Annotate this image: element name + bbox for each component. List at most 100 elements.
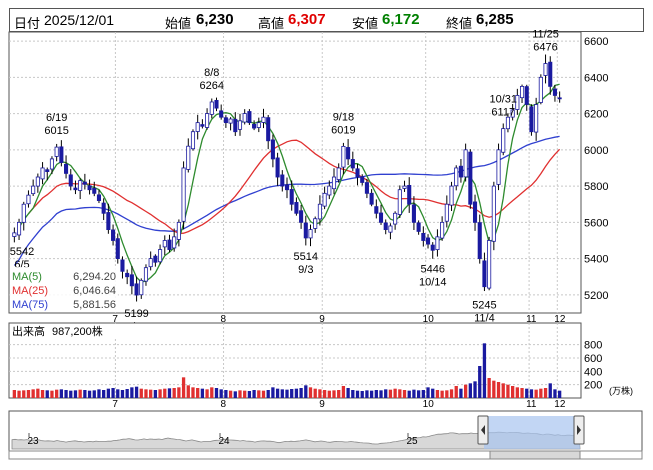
candle-body [228, 118, 233, 124]
volume-bar [247, 391, 252, 398]
volume-bar [214, 388, 219, 398]
candle-body [468, 151, 473, 205]
annotation-price: 6117 [491, 107, 515, 119]
annotation-price: 6015 [44, 125, 68, 137]
volume-bar [12, 390, 16, 398]
volume-bar [294, 388, 299, 398]
volume-bar [468, 383, 472, 398]
volume-bar [449, 389, 454, 398]
candle-body [294, 202, 299, 214]
candle-body [383, 222, 388, 231]
volume-bar [92, 390, 96, 398]
candle-body [17, 221, 22, 236]
candle-body [73, 187, 78, 191]
volume-bar [355, 390, 360, 398]
volume-x-tick-label: 9 [319, 399, 325, 410]
volume-bar [73, 390, 78, 398]
volume-bar [407, 390, 411, 398]
candle-body [369, 192, 374, 205]
volume-bar [510, 386, 515, 398]
navigator-range-selection[interactable] [484, 416, 580, 449]
candle-body [388, 225, 393, 233]
candle-body [190, 131, 196, 150]
candle-body [524, 86, 529, 105]
candle-body [266, 117, 271, 142]
candle-body [411, 204, 416, 223]
candle-body [336, 167, 341, 180]
candle-body [115, 238, 120, 260]
candle-body [214, 99, 219, 109]
candle-body [45, 169, 50, 172]
volume-bar [158, 389, 162, 398]
volume-bar [388, 389, 393, 398]
volume-bar [454, 386, 458, 398]
candle-body [477, 222, 482, 260]
volume-bar [83, 390, 87, 398]
candle-body [87, 185, 92, 191]
volume-bar [177, 387, 181, 398]
candle-body [172, 236, 177, 249]
volume-bar [543, 388, 548, 398]
candle-body [158, 249, 163, 263]
volume-bar [525, 388, 529, 398]
volume-bar [539, 388, 543, 398]
ma-legend-value: 5,881.56 [73, 299, 116, 311]
candle-body [78, 180, 83, 191]
price-y-axis: 6600 6400 6200 6000 5800 5600 5400 5200 [584, 36, 608, 302]
volume-bar [478, 366, 482, 398]
annotation-date: 5245 [472, 300, 496, 312]
candle-body [101, 202, 106, 214]
candle-body [186, 145, 191, 170]
ma-legend-label: MA(25) [12, 285, 48, 297]
annotation-date: 8/8 [204, 67, 219, 79]
volume-y-tick-label: 200 [584, 380, 602, 392]
candle-body [421, 233, 426, 241]
volume-bar [506, 384, 510, 398]
candle-body [472, 201, 478, 223]
navigator-right-handle[interactable] [573, 415, 585, 445]
candle-body [280, 174, 285, 187]
candle-body [543, 63, 548, 76]
candle-body [430, 244, 435, 251]
candle-body [64, 163, 69, 174]
volume-bar [200, 388, 205, 398]
volume-bar [501, 383, 505, 398]
candle-body [195, 122, 200, 132]
candle-body [341, 145, 346, 168]
volume-bar [181, 377, 186, 398]
volume-bar [473, 381, 477, 398]
volume-bar [78, 389, 82, 398]
volume-bar [360, 391, 364, 398]
price-y-tick-label: 6400 [584, 72, 608, 84]
volume-bar [365, 390, 369, 398]
candle-body [346, 147, 351, 160]
candle-body [402, 185, 407, 189]
candle-body [12, 232, 17, 237]
candle-body [200, 124, 205, 127]
candle-body [519, 85, 525, 99]
candle-body [21, 203, 26, 223]
volume-bar [172, 388, 176, 398]
navigator-left-handle[interactable] [477, 415, 489, 445]
volume-bar [398, 389, 402, 398]
candle-body [167, 239, 172, 250]
volume-bar [435, 390, 440, 398]
volume-bar [243, 390, 247, 398]
candle-body [143, 267, 149, 282]
annotation-date: 5542 [10, 246, 34, 258]
candle-body [176, 221, 181, 240]
candle-body [134, 283, 139, 296]
volume-bar [374, 390, 378, 398]
volume-bar [421, 390, 425, 398]
volume-bar [55, 389, 59, 398]
volume-bar [482, 343, 487, 398]
volume-bar [318, 389, 322, 398]
volume-bar [233, 391, 237, 398]
navigator-scrollbar-thumb[interactable] [489, 450, 581, 460]
candle-body [219, 110, 224, 118]
candle-body [125, 272, 130, 278]
candle-body [106, 212, 111, 231]
candle-body [435, 236, 440, 251]
annotation-date: 5446 [420, 263, 444, 275]
volume-bar [341, 386, 346, 398]
